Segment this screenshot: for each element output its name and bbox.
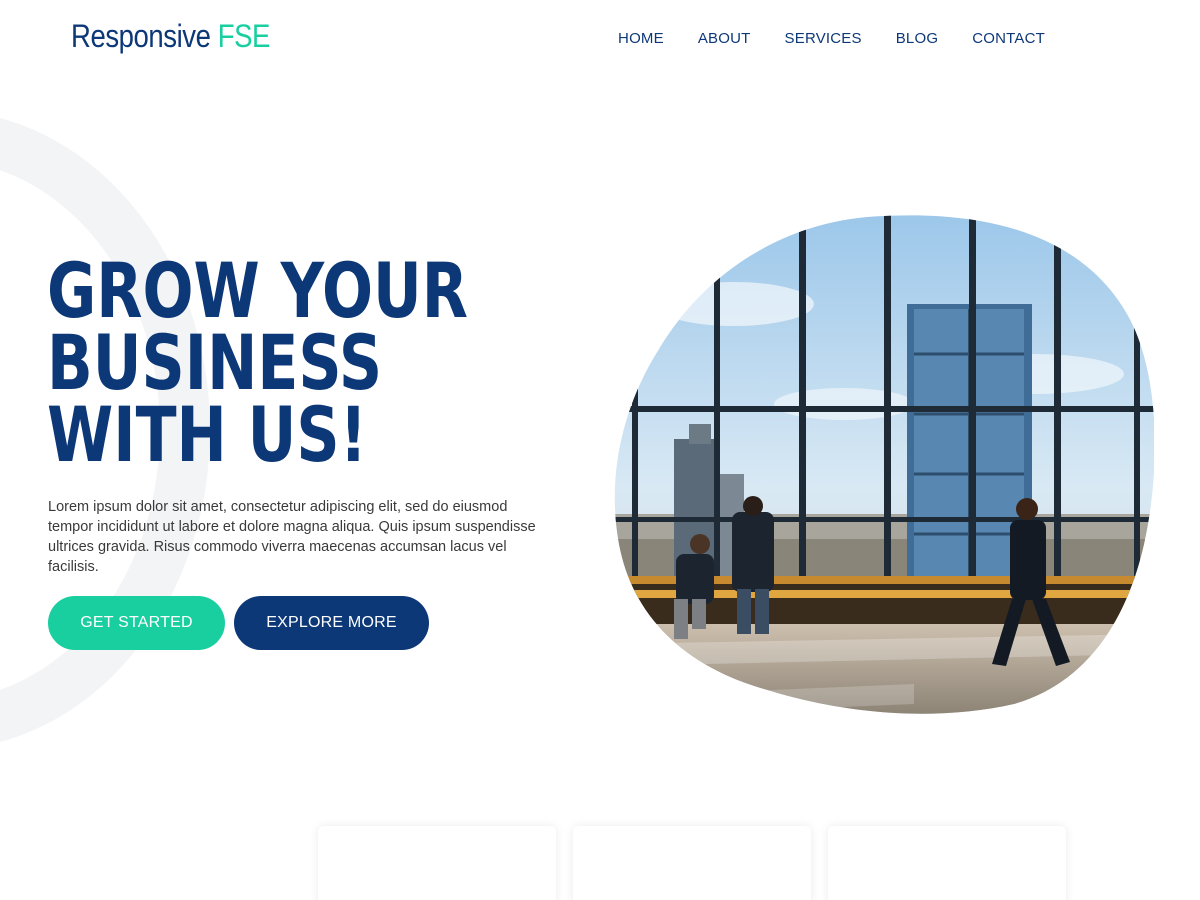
feature-card (828, 826, 1066, 900)
feature-card (318, 826, 556, 900)
logo-text-primary: Responsive (71, 18, 211, 54)
site-header: Responsive FSE HOME ABOUT SERVICES BLOG … (0, 0, 1200, 80)
hero-image-office-window (614, 215, 1154, 714)
feature-card (573, 826, 811, 900)
nav-services[interactable]: SERVICES (785, 30, 862, 47)
site-logo[interactable]: Responsive FSE (71, 18, 270, 55)
nav-about[interactable]: ABOUT (698, 30, 751, 47)
logo-text-accent: FSE (217, 18, 271, 54)
nav-home[interactable]: HOME (618, 30, 664, 47)
main-nav: HOME ABOUT SERVICES BLOG CONTACT (618, 30, 1045, 47)
nav-contact[interactable]: CONTACT (972, 30, 1045, 47)
hero-description: Lorem ipsum dolor sit amet, consectetur … (48, 499, 536, 575)
explore-more-button[interactable]: EXPLORE MORE (234, 596, 429, 650)
page: Responsive FSE HOME ABOUT SERVICES BLOG … (0, 0, 1200, 900)
hero-title: GROW YOUR BUSINESS WITH US! (47, 246, 469, 479)
get-started-button[interactable]: GET STARTED (48, 596, 225, 650)
nav-blog[interactable]: BLOG (896, 30, 938, 47)
